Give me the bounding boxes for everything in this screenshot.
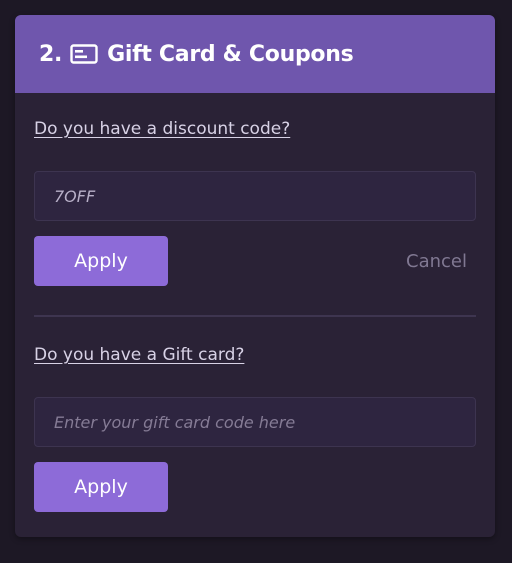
gift-card-section: Do you have a Gift card? [34, 345, 476, 365]
discount-actions: Apply Cancel [34, 236, 476, 286]
discount-code-section: Do you have a discount code? [34, 119, 476, 139]
gift-card-apply-button[interactable]: Apply [34, 462, 168, 512]
credit-card-icon [70, 44, 98, 64]
discount-code-input[interactable] [34, 171, 476, 221]
gift-card-coupons-panel: 2. Gift Card & Coupons Do you have a dis… [15, 15, 495, 537]
panel-title-text: Gift Card & Coupons [107, 41, 354, 67]
step-number: 2. [39, 41, 63, 67]
discount-cancel-button[interactable]: Cancel [406, 251, 467, 272]
panel-title: 2. Gift Card & Coupons [39, 41, 354, 67]
gift-card-actions: Apply [34, 462, 476, 512]
panel-header: 2. Gift Card & Coupons [15, 15, 495, 93]
discount-code-input-wrap [34, 171, 476, 221]
section-divider [34, 315, 476, 317]
discount-code-question-link[interactable]: Do you have a discount code? [34, 119, 290, 139]
gift-card-code-input[interactable] [34, 397, 476, 447]
gift-card-input-wrap [34, 397, 476, 447]
gift-card-question-link[interactable]: Do you have a Gift card? [34, 345, 244, 365]
discount-apply-button[interactable]: Apply [34, 236, 168, 286]
